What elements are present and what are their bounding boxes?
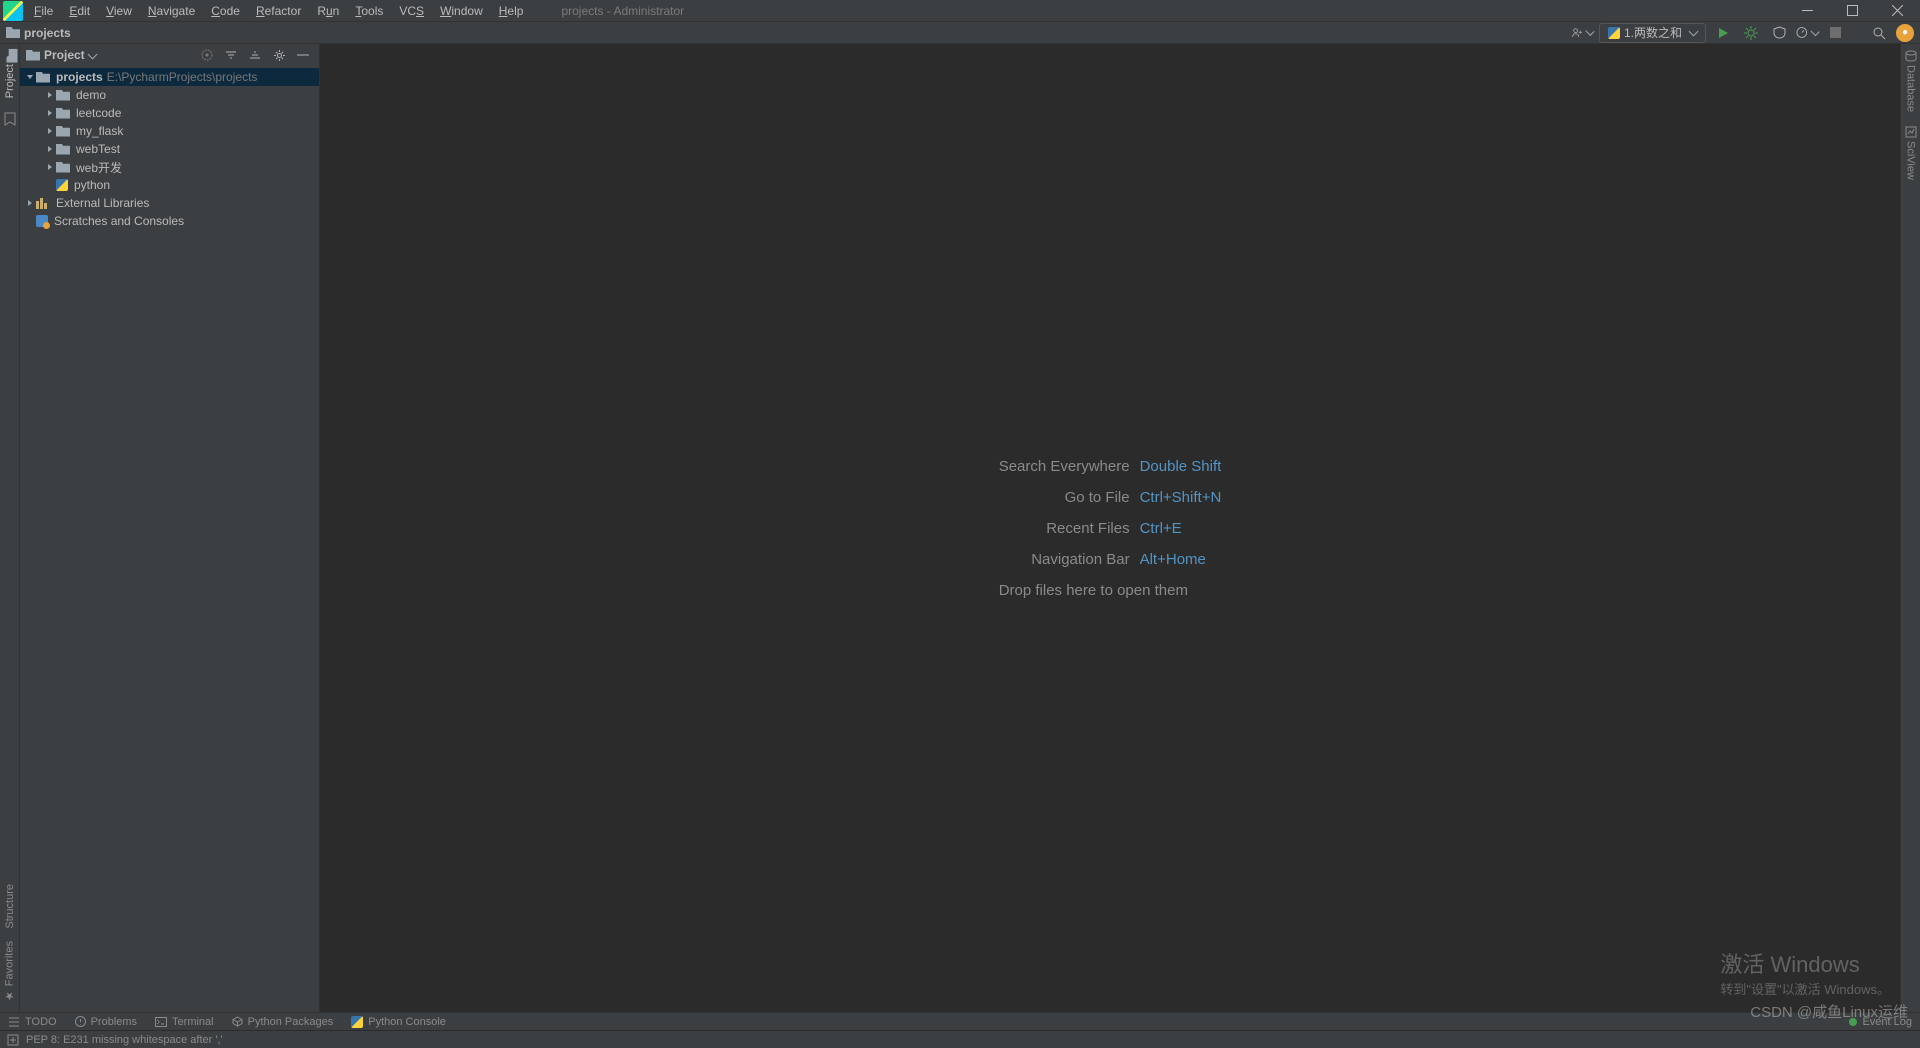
- tree-folder[interactable]: my_flask: [20, 122, 319, 140]
- select-opened-file-button[interactable]: [197, 45, 217, 65]
- hint-goto-key: Ctrl+Shift+N: [1140, 489, 1222, 506]
- menu-file[interactable]: File: [26, 0, 61, 22]
- hint-drop-text: Drop files here to open them: [999, 582, 1222, 599]
- tree-file[interactable]: python: [20, 176, 319, 194]
- tree-folder[interactable]: webTest: [20, 140, 319, 158]
- window-title: projects - Administrator: [561, 4, 684, 18]
- tree-folder[interactable]: leetcode: [20, 104, 319, 122]
- hint-goto-label: Go to File: [999, 489, 1130, 506]
- status-message: PEP 8: E231 missing whitespace after ',': [26, 1034, 223, 1046]
- hint-navbar-label: Navigation Bar: [999, 551, 1130, 568]
- menu-window[interactable]: Window: [432, 0, 491, 22]
- run-button[interactable]: [1712, 22, 1734, 44]
- menu-tools[interactable]: Tools: [347, 0, 391, 22]
- tree-external-libraries[interactable]: External Libraries: [20, 194, 319, 212]
- console-tool-button[interactable]: Python Console: [351, 1016, 446, 1028]
- scratch-icon: [36, 215, 48, 227]
- hint-navbar-key: Alt+Home: [1140, 551, 1222, 568]
- todo-tool-button[interactable]: TODO: [8, 1016, 57, 1028]
- event-log-button[interactable]: Event Log: [1849, 1016, 1912, 1028]
- hint-recent-key: Ctrl+E: [1140, 520, 1222, 537]
- minimize-button[interactable]: [1785, 0, 1830, 22]
- project-tree[interactable]: projects E:\PycharmProjects\projects dem…: [20, 66, 319, 1012]
- right-tool-strip: Database SciView: [1900, 44, 1920, 1012]
- hint-search-label: Search Everywhere: [999, 458, 1130, 475]
- tree-folder[interactable]: demo: [20, 86, 319, 104]
- hint-search-key: Double Shift: [1140, 458, 1222, 475]
- collapse-all-button[interactable]: [245, 45, 265, 65]
- expand-all-button[interactable]: [221, 45, 241, 65]
- coverage-button[interactable]: [1768, 22, 1790, 44]
- folder-icon: [6, 27, 20, 38]
- library-icon: [36, 197, 50, 209]
- settings-button[interactable]: [269, 45, 289, 65]
- close-button[interactable]: [1875, 0, 1920, 22]
- run-configuration-select[interactable]: 1.两数之和: [1599, 23, 1706, 43]
- problems-tool-button[interactable]: Problems: [75, 1016, 137, 1028]
- menu-edit[interactable]: Edit: [61, 0, 98, 22]
- user-avatar[interactable]: ●: [1896, 24, 1914, 42]
- tree-scratches[interactable]: Scratches and Consoles: [20, 212, 319, 230]
- navigation-bar: projects 1.两数之和 ●: [0, 22, 1920, 44]
- pycharm-icon: [3, 1, 23, 21]
- bottom-tool-bar: TODO Problems Terminal Python Packages P…: [0, 1012, 1920, 1030]
- menu-run[interactable]: Run: [309, 0, 347, 22]
- structure-tool-button[interactable]: Structure: [4, 882, 16, 931]
- python-icon: [1608, 27, 1620, 39]
- inspection-icon[interactable]: [6, 1033, 20, 1047]
- search-everywhere-button[interactable]: [1868, 22, 1890, 44]
- menu-navigate[interactable]: Navigate: [140, 0, 203, 22]
- menu-code[interactable]: Code: [203, 0, 248, 22]
- project-tool-window: Project projects E:\PycharmProjects\proj…: [20, 44, 320, 1012]
- project-tool-button[interactable]: Project: [1, 48, 19, 100]
- stop-button: [1824, 22, 1846, 44]
- packages-tool-button[interactable]: Python Packages: [232, 1016, 334, 1028]
- menu-bar: File Edit View Navigate Code Refactor Ru…: [0, 0, 1920, 22]
- status-bar: PEP 8: E231 missing whitespace after ',': [0, 1030, 1920, 1048]
- hint-recent-label: Recent Files: [999, 520, 1130, 537]
- database-tool-button[interactable]: Database: [1905, 48, 1917, 114]
- menu-refactor[interactable]: Refactor: [248, 0, 309, 22]
- project-panel-title[interactable]: Project: [44, 48, 85, 62]
- folder-icon: [26, 50, 40, 61]
- breadcrumb-root[interactable]: projects: [24, 26, 71, 40]
- sciview-tool-button[interactable]: SciView: [1905, 124, 1917, 182]
- menu-view[interactable]: View: [98, 0, 140, 22]
- debug-button[interactable]: [1740, 22, 1762, 44]
- run-config-label: 1.两数之和: [1624, 24, 1682, 41]
- bookmarks-tool-button[interactable]: [3, 112, 17, 126]
- add-user-icon[interactable]: [1571, 22, 1593, 44]
- menu-vcs[interactable]: VCS: [391, 0, 432, 22]
- profile-button[interactable]: [1796, 22, 1818, 44]
- terminal-tool-button[interactable]: Terminal: [155, 1016, 214, 1028]
- tree-root[interactable]: projects E:\PycharmProjects\projects: [20, 68, 319, 86]
- left-tool-strip: Project Structure ★Favorites: [0, 44, 20, 1012]
- favorites-tool-button[interactable]: ★Favorites: [3, 939, 16, 1004]
- editor-area[interactable]: Search Everywhere Double Shift Go to Fil…: [320, 44, 1900, 1012]
- hide-button[interactable]: [293, 45, 313, 65]
- tree-folder[interactable]: web开发: [20, 158, 319, 176]
- menu-help[interactable]: Help: [491, 0, 532, 22]
- maximize-button[interactable]: [1830, 0, 1875, 22]
